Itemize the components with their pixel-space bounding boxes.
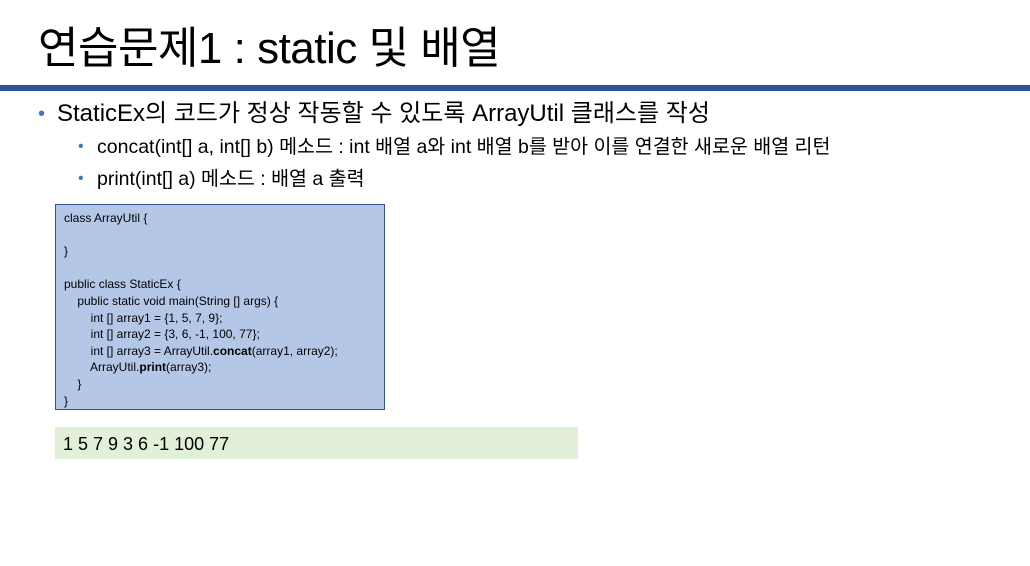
- code-line: class ArrayUtil {: [64, 211, 148, 225]
- code-line: }: [64, 376, 82, 391]
- bullet-sub-concat: • concat(int[] a, int[] b) 메소드 : int 배열 …: [78, 132, 830, 162]
- bullet-dot-icon: •: [78, 170, 84, 187]
- bullet-dot-icon: •: [78, 138, 84, 155]
- code-block: class ArrayUtil { } public class StaticE…: [55, 204, 385, 410]
- code-line: public static void main(String [] args) …: [64, 293, 279, 308]
- code-text: (array1, array2);: [251, 343, 338, 358]
- code-line: int [] array1 = {1, 5, 7, 9};: [64, 310, 223, 325]
- code-method-print: print: [139, 360, 167, 375]
- bullet-dot-icon: •: [38, 103, 46, 125]
- code-method-concat: concat: [213, 343, 252, 358]
- output-block: 1 5 7 9 3 6 -1 100 77: [55, 427, 578, 459]
- bullet-sub-text: print(int[] a) 메소드 : 배열 a 출력: [97, 168, 365, 190]
- slide-title: 연습문제1 : static 및 배열: [38, 24, 501, 73]
- bullet-sub-print: • print(int[] a) 메소드 : 배열 a 출력: [78, 164, 365, 194]
- code-line: public class StaticEx {: [64, 277, 181, 292]
- code-text: int [] array3 = ArrayUtil.: [64, 343, 214, 358]
- title-divider: [0, 85, 1030, 91]
- code-text: ArrayUtil.: [64, 360, 140, 375]
- bullet-main-text: StaticEx의 코드가 정상 작동할 수 있도록 ArrayUtil 클래스…: [57, 100, 710, 127]
- code-line: }: [64, 393, 69, 408]
- code-line-concat: int [] array3 = ArrayUtil.concat(array1,…: [64, 343, 384, 360]
- code-line: int [] array2 = {3, 6, -1, 100, 77};: [64, 327, 260, 342]
- code-line-print: ArrayUtil.print(array3);: [64, 359, 384, 376]
- bullet-sub-text: concat(int[] a, int[] b) 메소드 : int 배열 a와…: [97, 136, 831, 158]
- code-text: (array3);: [166, 360, 212, 375]
- code-line: }: [64, 244, 69, 259]
- bullet-main: • StaticEx의 코드가 정상 작동할 수 있도록 ArrayUtil 클…: [38, 97, 710, 131]
